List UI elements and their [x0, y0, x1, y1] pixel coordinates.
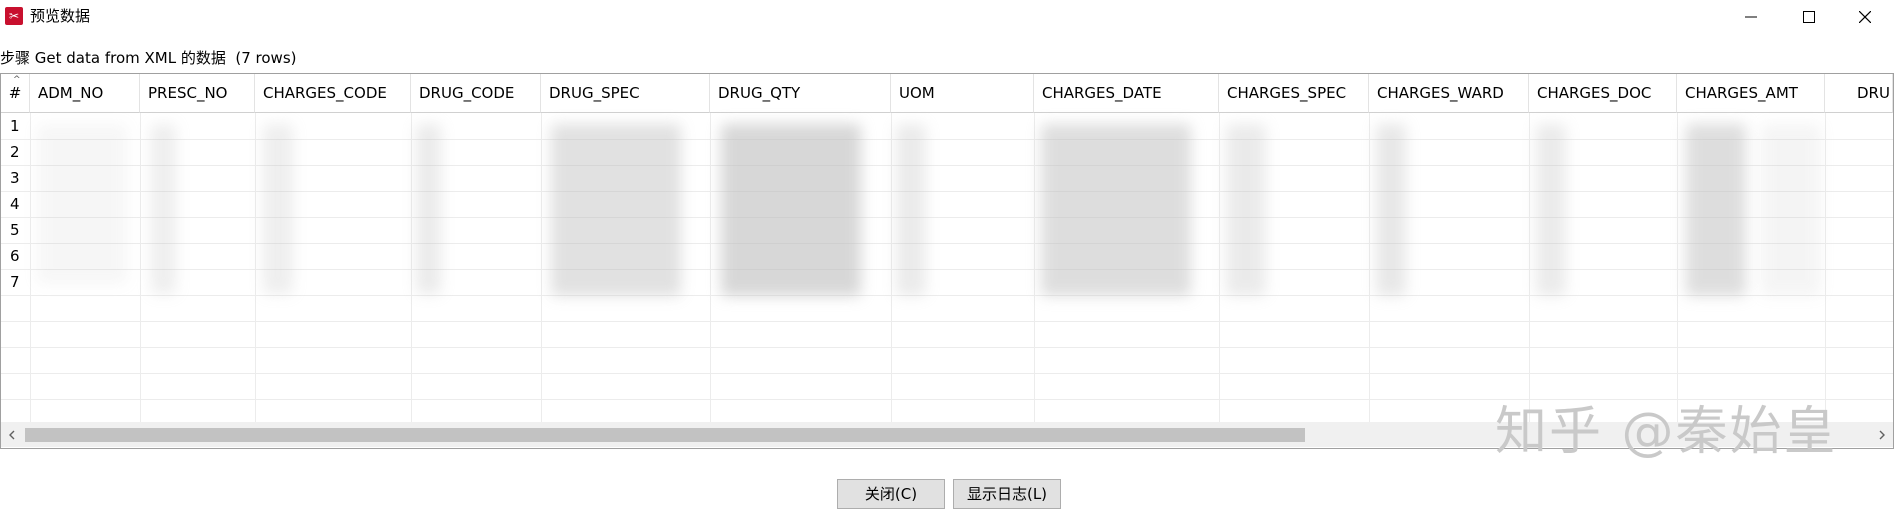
obscured-cell — [721, 124, 861, 296]
grid-line — [541, 113, 542, 422]
grid-line — [1, 347, 1893, 348]
maximize-button[interactable] — [1780, 0, 1838, 33]
grid-line — [1, 373, 1893, 374]
show-log-button[interactable]: 显示日志(L) — [953, 479, 1061, 509]
column-header-uom[interactable]: UOM — [891, 74, 1034, 113]
obscured-cell — [1686, 124, 1746, 296]
obscured-cell — [1226, 124, 1266, 296]
obscured-cell — [896, 124, 926, 296]
column-header-presc-no[interactable]: PRESC_NO — [140, 74, 255, 113]
obscured-cell — [151, 124, 176, 294]
grid-line — [255, 113, 256, 422]
obscured-cell — [1761, 124, 1821, 296]
step-label: 步骤 Get data from XML 的数据 (7 rows) — [0, 49, 297, 67]
row-number: 3 — [10, 169, 20, 187]
column-header-adm-no[interactable]: ADM_NO — [30, 74, 140, 113]
sort-caret-icon: ^ — [13, 75, 21, 85]
obscured-cell — [551, 124, 681, 296]
close-icon — [1859, 10, 1871, 23]
obscured-cell — [416, 124, 441, 294]
obscured-cell — [37, 124, 127, 284]
watermark: 知乎 @秦始皇 — [1495, 402, 1838, 462]
grid-line — [1677, 113, 1678, 422]
row-number: 4 — [10, 195, 20, 213]
title-bar: ✂ 预览数据 — [0, 0, 1894, 33]
grid-line — [1034, 113, 1035, 422]
scrollbar-thumb[interactable] — [25, 428, 1305, 442]
chevron-left-icon — [9, 430, 15, 439]
chevron-right-icon — [1879, 430, 1885, 439]
window-title: 预览数据 — [30, 7, 91, 25]
grid-line — [30, 113, 31, 422]
grid-line — [1529, 113, 1530, 422]
column-header-charges-code[interactable]: CHARGES_CODE — [255, 74, 411, 113]
column-header-rownum[interactable]: ^ # — [1, 74, 30, 113]
column-header-charges-date[interactable]: CHARGES_DATE — [1034, 74, 1219, 113]
column-header-charges-ward[interactable]: CHARGES_WARD — [1369, 74, 1529, 113]
close-window-button[interactable] — [1836, 0, 1894, 33]
close-button[interactable]: 关闭(C) — [837, 479, 945, 509]
row-number: 6 — [10, 247, 20, 265]
obscured-cell — [1041, 124, 1191, 296]
row-number: 2 — [10, 143, 20, 161]
column-header-drug-spec[interactable]: DRUG_SPEC — [541, 74, 710, 113]
grid-line — [1825, 113, 1826, 422]
row-number: 5 — [10, 221, 20, 239]
minimize-button[interactable] — [1722, 0, 1780, 33]
scroll-left-button[interactable] — [1, 422, 23, 447]
column-header-drug-code[interactable]: DRUG_CODE — [411, 74, 541, 113]
column-header-charges-doc[interactable]: CHARGES_DOC — [1529, 74, 1677, 113]
column-header-charges-amt[interactable]: CHARGES_AMT — [1677, 74, 1825, 113]
grid-line — [891, 113, 892, 422]
row-number: 7 — [10, 273, 20, 291]
obscured-cell — [1376, 124, 1406, 296]
grid-line — [411, 113, 412, 422]
maximize-icon — [1803, 10, 1815, 23]
grid-line — [1219, 113, 1220, 422]
column-header-drug-qty[interactable]: DRUG_QTY — [710, 74, 891, 113]
preview-data-grid[interactable]: ^ # ADM_NO PRESC_NO CHARGES_CODE DRUG_CO… — [0, 73, 1894, 449]
obscured-cell — [1536, 124, 1566, 296]
app-icon: ✂ — [5, 7, 23, 25]
grid-line — [710, 113, 711, 422]
obscured-cell — [263, 124, 293, 294]
grid-line — [1369, 113, 1370, 422]
minimize-icon — [1745, 16, 1757, 17]
grid-line — [1, 295, 1893, 296]
column-header-dru[interactable]: DRU — [1825, 74, 1893, 113]
column-header-charges-spec[interactable]: CHARGES_SPEC — [1219, 74, 1369, 113]
row-number: 1 — [10, 117, 20, 135]
scroll-right-button[interactable] — [1871, 422, 1893, 447]
grid-line — [140, 113, 141, 422]
grid-line — [1, 321, 1893, 322]
